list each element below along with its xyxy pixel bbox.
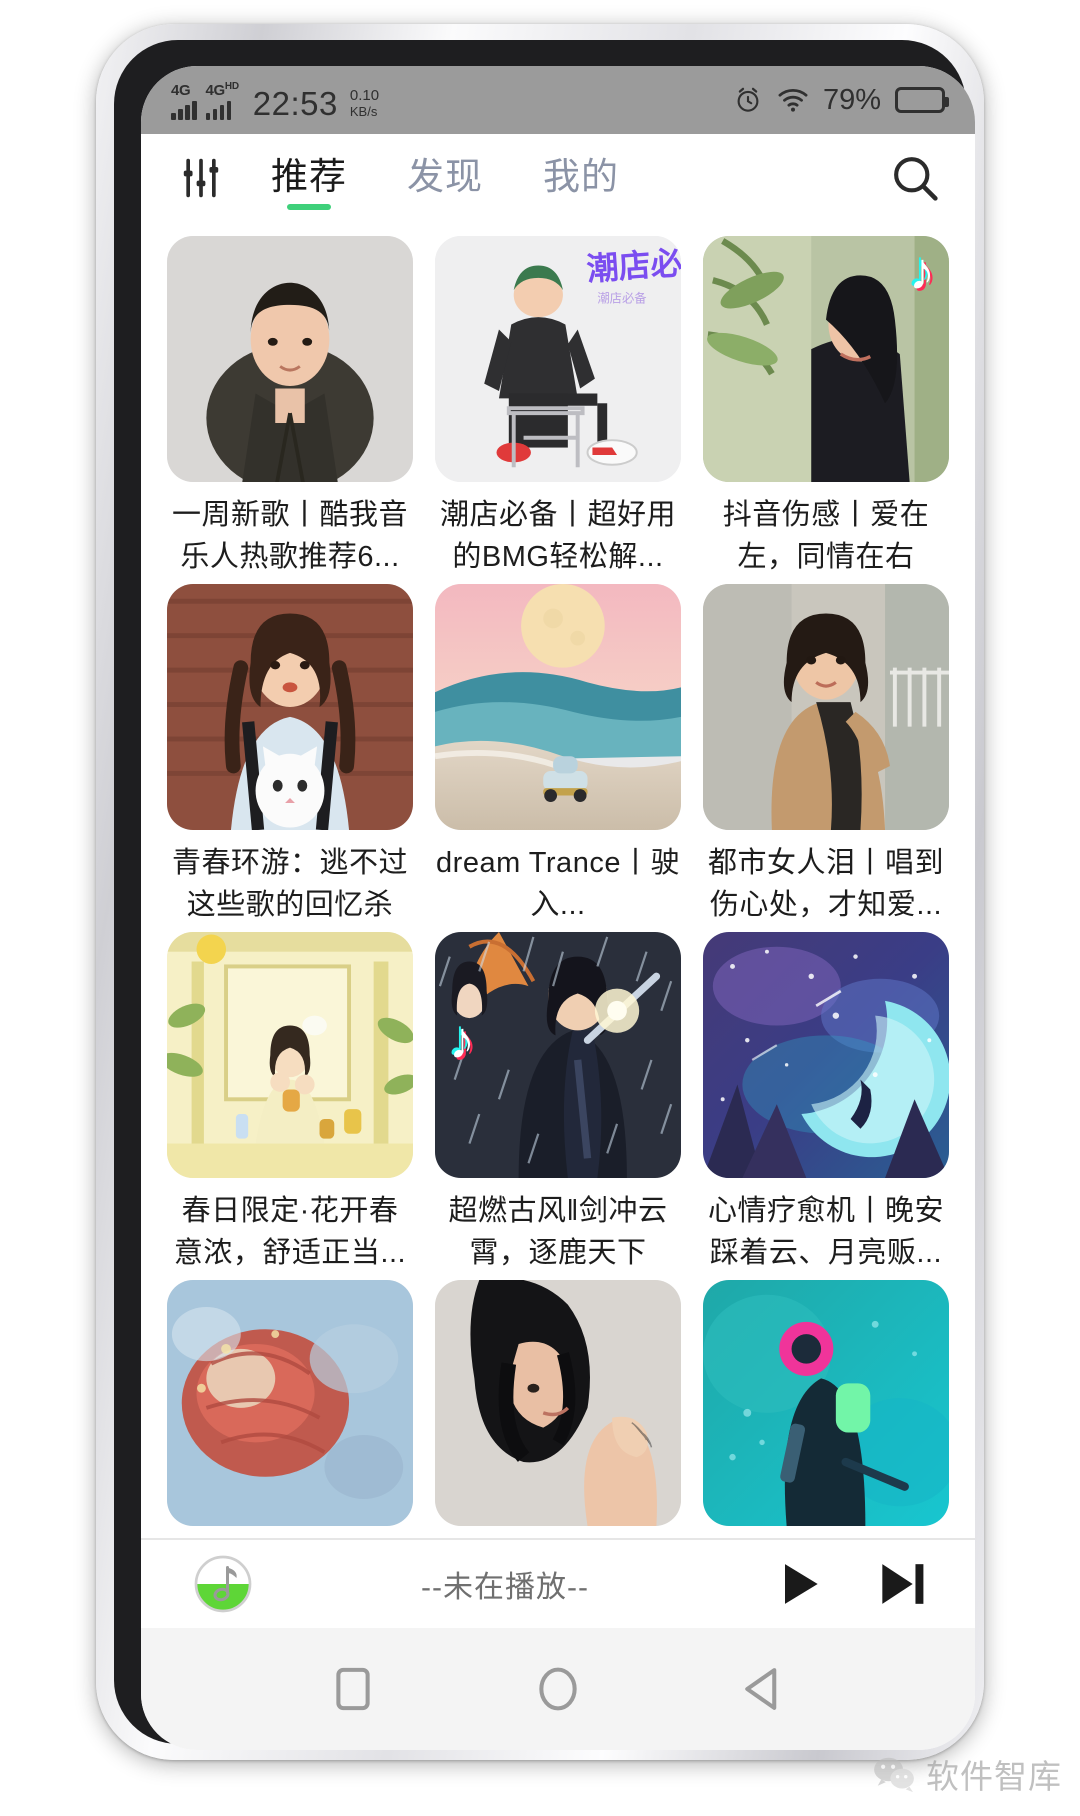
tab-bar: 推荐 发现 我的 bbox=[271, 146, 619, 210]
playlist-title: dream Trance丨驶入... bbox=[436, 847, 680, 921]
triangle-back-icon[interactable] bbox=[736, 1662, 790, 1716]
playlist-cover-photo-woman-coat[interactable] bbox=[703, 584, 949, 830]
mini-player-bar: --未在播放-- bbox=[141, 1538, 975, 1628]
playlist-card[interactable]: 潮店必备 潮店必备 潮店必备丨超好用的BMG轻松解... bbox=[435, 236, 681, 578]
search-icon[interactable] bbox=[889, 152, 941, 204]
playlist-title: 一周新歌丨酷我音乐人热歌推荐6... bbox=[171, 499, 408, 573]
playlist-title: 心情疗愈机丨晚安踩着云、月亮贩... bbox=[707, 1195, 944, 1269]
playlist-card[interactable]: 一周新歌丨酷我音乐人热歌推荐6... bbox=[167, 236, 413, 578]
battery-icon bbox=[895, 87, 949, 113]
network-speed-rate: 0.10 bbox=[349, 87, 380, 104]
wechat-icon bbox=[874, 1757, 914, 1793]
playlist-title: 青春环游：逃不过这些歌的回忆杀 bbox=[171, 847, 408, 921]
playlist-card[interactable]: 都市女人泪丨唱到伤心处，才知爱... bbox=[703, 584, 949, 926]
playlist-title: 都市女人泪丨唱到伤心处，才知爱... bbox=[707, 847, 944, 921]
wifi-icon bbox=[778, 88, 808, 112]
tab-mine[interactable]: 我的 bbox=[543, 146, 619, 210]
next-track-icon[interactable] bbox=[873, 1556, 929, 1612]
playlist-title: 潮店必备丨超好用的BMG轻松解... bbox=[439, 499, 676, 573]
playlist-card[interactable]: 心情疗愈机丨晚安踩着云、月亮贩... bbox=[703, 932, 949, 1274]
playlist-cover-photo-car-moon-beach[interactable] bbox=[435, 584, 681, 830]
tiktok-icon: ♪ bbox=[449, 1012, 475, 1070]
network-speed-unit: KB/s bbox=[349, 104, 378, 119]
status-bar-clock: 22:53 bbox=[252, 85, 338, 122]
alarm-clock-icon bbox=[737, 87, 759, 112]
tab-recommend[interactable]: 推荐 bbox=[271, 146, 347, 210]
playlist-cover-illustration-yellow-room[interactable] bbox=[167, 932, 413, 1178]
sim1-signal-icon: 4G bbox=[171, 82, 197, 120]
watermark-text: 软件智库 bbox=[926, 1758, 1062, 1795]
status-bar-right: 79% bbox=[733, 83, 949, 117]
sim2-hd-label: HD bbox=[224, 81, 239, 92]
playlist-card[interactable] bbox=[167, 1280, 413, 1538]
play-icon[interactable] bbox=[771, 1556, 827, 1612]
playlist-card[interactable] bbox=[435, 1280, 681, 1538]
android-navigation-bar bbox=[141, 1628, 975, 1750]
tab-discover[interactable]: 发现 bbox=[407, 146, 483, 210]
playlist-card[interactable]: ♪ 抖音伤感丨爱在左，同情在右 bbox=[703, 236, 949, 578]
status-bar-left: 4G 4GHD 22:53 0.10 KB/s bbox=[171, 80, 379, 120]
tiktok-icon: ♪ bbox=[909, 243, 935, 301]
status-bar: 4G 4GHD 22:53 0.10 KB/s 79% bbox=[141, 66, 975, 134]
playlist-cover-illustration-moon-galaxy[interactable] bbox=[703, 932, 949, 1178]
playlist-grid-scroll[interactable]: 一周新歌丨酷我音乐人热歌推荐6... 潮店必备 潮店必备 潮店必备丨超好用的BM… bbox=[141, 222, 975, 1538]
sim2-network-label: 4G bbox=[205, 82, 226, 99]
playlist-cover-photo-wet-hair-woman[interactable] bbox=[435, 1280, 681, 1526]
phone-screen: 4G 4GHD 22:53 0.10 KB/s 79% 推荐 发现 我的 一周新… bbox=[141, 66, 975, 1750]
playlist-card[interactable] bbox=[703, 1280, 949, 1538]
app-header: 推荐 发现 我的 bbox=[141, 134, 975, 222]
watermark: 软件智库 bbox=[872, 1750, 1062, 1798]
playlist-cover-illustration-man-chair[interactable]: 潮店必备 潮店必备 bbox=[435, 236, 681, 482]
playlist-card[interactable]: dream Trance丨驶入... bbox=[435, 584, 681, 926]
playlist-title: 超燃古风‖剑冲云霄，逐鹿天下 bbox=[448, 1195, 668, 1269]
playlist-card[interactable]: 青春环游：逃不过这些歌的回忆杀 bbox=[167, 584, 413, 926]
playlist-cover-photo-girl-cat[interactable] bbox=[167, 584, 413, 830]
sim1-network-label: 4G bbox=[171, 82, 191, 99]
playlist-cover-photo-red-coral[interactable] bbox=[167, 1280, 413, 1526]
playlist-cover-photo-girl-plants[interactable]: ♪ bbox=[703, 236, 949, 482]
playlist-cover-photo-teal-diver[interactable] bbox=[703, 1280, 949, 1526]
playlist-cover-illustration-swordsman-rain[interactable]: ♪ bbox=[435, 932, 681, 1178]
player-status-text: --未在播放-- bbox=[421, 1571, 589, 1604]
phone-bezel: 4G 4GHD 22:53 0.10 KB/s 79% 推荐 发现 我的 一周新… bbox=[114, 40, 975, 1750]
circle-home-icon[interactable] bbox=[531, 1662, 585, 1716]
playlist-title: 抖音伤感丨爱在左，同情在右 bbox=[722, 499, 930, 573]
equalizer-icon[interactable] bbox=[175, 156, 227, 200]
playlist-title: 春日限定·花开春意浓，舒适正当... bbox=[173, 1195, 407, 1269]
playlist-cover-portrait-man-suit[interactable] bbox=[167, 236, 413, 482]
svg-text:潮店必备: 潮店必备 bbox=[597, 290, 646, 305]
playlist-grid: 一周新歌丨酷我音乐人热歌推荐6... 潮店必备 潮店必备 潮店必备丨超好用的BM… bbox=[141, 222, 975, 1538]
playlist-card[interactable]: 春日限定·花开春意浓，舒适正当... bbox=[167, 932, 413, 1274]
network-speed: 0.10 KB/s bbox=[350, 88, 379, 118]
square-recents-icon[interactable] bbox=[326, 1662, 380, 1716]
phone-frame: 4G 4GHD 22:53 0.10 KB/s 79% 推荐 发现 我的 一周新… bbox=[96, 24, 984, 1760]
playlist-card[interactable]: ♪ 超燃古风‖剑冲云霄，逐鹿天下 bbox=[435, 932, 681, 1274]
battery-percent-label: 79% bbox=[822, 83, 881, 116]
sim2-signal-icon: 4GHD bbox=[205, 80, 239, 120]
